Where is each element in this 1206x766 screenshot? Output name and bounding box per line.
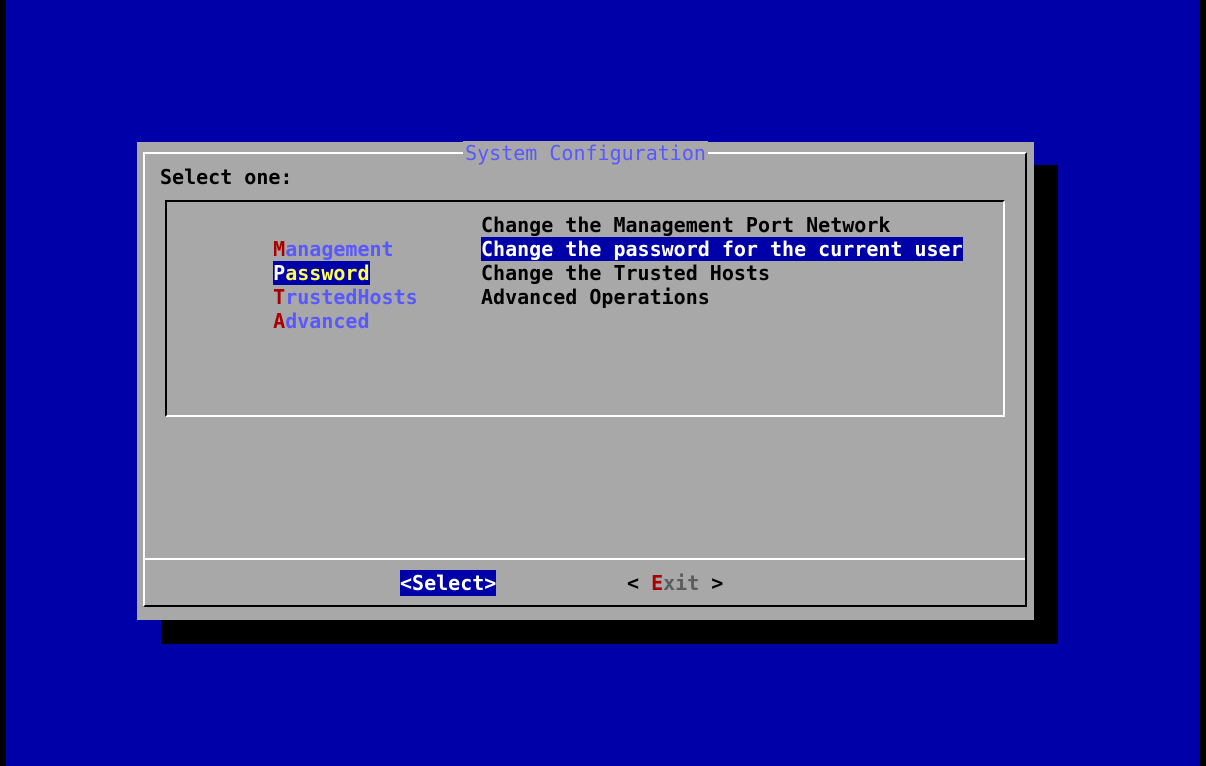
menu-item-description: Change the password for the current user: [481, 237, 963, 261]
button-separator: [145, 558, 1025, 560]
exit-button-rest: xit: [663, 571, 700, 595]
dialog-title: System Configuration: [137, 141, 1034, 165]
menu-item-password[interactable]: Password Change the password for the cur…: [225, 237, 963, 285]
dialog-prompt: Select one:: [160, 165, 293, 189]
exit-button-open: <: [627, 571, 652, 595]
button-bar: <Select> < Exit >: [137, 570, 1034, 596]
system-configuration-dialog: System Configuration Select one: Managem…: [137, 141, 1034, 620]
menu-item-management[interactable]: Management Change the Management Port Ne…: [225, 213, 890, 261]
dialog-title-text: System Configuration: [463, 141, 708, 165]
hotkey-letter: A: [273, 309, 286, 333]
menu-item-advanced[interactable]: Advanced Advanced Operations: [225, 285, 710, 333]
menu-item-description: Change the Trusted Hosts: [481, 261, 770, 285]
menu-item-description: Change the Management Port Network: [481, 213, 891, 237]
menu-item-tag: Advanced: [273, 309, 369, 333]
exit-button[interactable]: < Exit >: [627, 570, 723, 596]
menu-item-trustedhosts[interactable]: TrustedHosts Change the Trusted Hosts: [225, 261, 770, 309]
exit-button-close: >: [699, 571, 724, 595]
menu-item-description: Advanced Operations: [481, 285, 710, 309]
select-button[interactable]: <Select>: [400, 570, 497, 596]
menu-item-tag-rest: dvanced: [285, 309, 370, 333]
hotkey-letter: E: [651, 571, 664, 595]
